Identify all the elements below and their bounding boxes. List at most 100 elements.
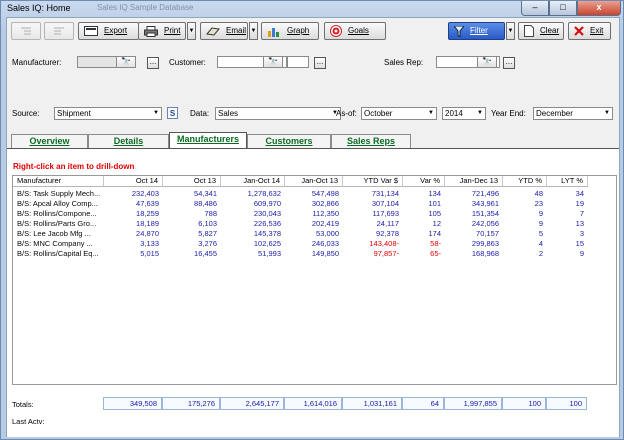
table-row[interactable]: B/S: Lee Jacob Mfg ... 24,870 5,827 145,378… [13,229,616,239]
customer-lookup-button[interactable]: 🔭 [263,56,283,68]
list-indent-icon [21,27,31,35]
table-cell: 232,403 [131,189,159,198]
table-row[interactable]: B/S: Rollins/Parts Gro... 18,189 6,103 226,… [13,219,616,229]
toolbar: Export Print ▼ Email ▼ Graph Goals Filte… [7,18,619,46]
filter-button[interactable]: Filter [448,22,505,40]
asof-year-value: 2014 [445,109,463,118]
exit-label: Exit [590,26,604,35]
app-window: Sales IQ: Home Sales IQ Sample Database … [0,0,624,440]
table-cell: 24,117 [376,219,399,228]
column-header-oct-13[interactable]: Oct 13 [163,176,221,187]
tab-sales-reps[interactable]: Sales Reps [331,134,411,148]
source-select[interactable]: Shipment ▼ [54,107,162,120]
table-cell: B/S: Rollins/Capital Eq... [17,249,99,258]
table-cell: 609,970 [253,199,281,208]
source-label: Source: [12,109,40,118]
email-dropdown-arrow[interactable]: ▼ [249,22,258,40]
table-cell: 7 [579,209,584,218]
red-x-icon [574,26,584,36]
table-cell: 302,866 [311,199,339,208]
column-header-lyt-pct[interactable]: LYT % [547,176,588,187]
total-value: 175,276 [162,397,220,410]
table-cell: 547,498 [311,189,339,198]
print-label: Print [164,26,181,35]
asof-label: As-of: [336,109,357,118]
print-dropdown-arrow[interactable]: ▼ [187,22,196,40]
manufacturer-browse-button[interactable]: ... [147,57,159,69]
column-header-jan-oct-14[interactable]: Jan-Oct 14 [221,176,285,187]
total-value: 349,508 [103,397,162,410]
chevron-down-icon: ▼ [477,110,483,116]
filter-dropdown-arrow[interactable]: ▼ [506,22,515,40]
export-button[interactable]: Export [78,22,139,40]
binoculars-icon: 🔭 [482,57,492,66]
email-label: Email [226,26,247,35]
asof-month-select[interactable]: October ▼ [361,107,437,120]
table-cell: 246,033 [311,239,339,248]
close-window-button[interactable]: x [577,1,621,16]
table-cell: 3 [579,229,584,238]
data-label: Data: [190,109,210,118]
table-cell: 143,408- [369,239,399,248]
asof-year-select[interactable]: 2014 ▼ [442,107,486,120]
table-cell: 13 [575,219,584,228]
table-cell: 307,104 [371,199,399,208]
collapse-button[interactable] [44,22,74,40]
salesrep-label: Sales Rep: [384,58,424,67]
salesrep-lookup-button[interactable]: 🔭 [477,56,497,68]
restore-button[interactable]: □ [549,1,577,16]
manufacturer-lookup-button[interactable]: 🔭 [116,56,136,68]
tab-details[interactable]: Details [88,134,169,148]
salesrep-browse-button[interactable]: ... [503,57,515,69]
table-cell: 242,056 [471,219,499,228]
clear-button[interactable]: Clear [518,22,564,40]
table-row[interactable]: B/S: Task Supply Mech... 232,403 54,341 1,2… [13,189,616,199]
table-cell: 105 [428,209,441,218]
column-header-ytd-var[interactable]: YTD Var $ [343,176,403,187]
table-row[interactable]: B/S: Apcal Alloy Comp... 47,639 88,486 609,… [13,199,616,209]
table-cell: 168,968 [471,249,499,258]
minimize-button[interactable]: – [521,1,549,16]
expand-button[interactable] [11,22,41,40]
goals-button[interactable]: Goals [324,22,386,40]
source-s-button[interactable]: S [167,107,178,119]
customer-browse-button[interactable]: ... [314,57,326,69]
table-cell: B/S: MNC Company ... [17,239,93,248]
window-subtitle: Sales IQ Sample Database [97,3,194,12]
data-select[interactable]: Sales ▼ [215,107,341,120]
graph-button[interactable]: Graph [261,22,319,40]
table-cell: 721,496 [471,189,499,198]
total-value: 100 [502,397,546,410]
table-cell: 3,133 [140,239,159,248]
column-header-ytd-pct[interactable]: YTD % [503,176,547,187]
filter-label: Filter [470,26,488,35]
exit-button[interactable]: Exit [568,22,611,40]
table-cell: 70,157 [476,229,499,238]
column-header-oct-14[interactable]: Oct 14 [104,176,163,187]
table-cell: 9 [579,249,584,258]
table-row[interactable]: B/S: Rollins/Capital Eq... 5,015 16,455 51,… [13,249,616,259]
tab-manufacturers[interactable]: Manufacturers [169,132,247,148]
tab-overview[interactable]: Overview [11,134,88,148]
clear-label: Clear [540,26,560,35]
manufacturer-grid[interactable]: Manufacturer Oct 14 Oct 13 Jan-Oct 14 Ja… [12,175,617,385]
customer-suffix-input[interactable] [287,56,309,68]
column-header-manufacturer[interactable]: Manufacturer [13,176,104,187]
client-area: Export Print ▼ Email ▼ Graph Goals Filte… [6,17,620,437]
table-cell: 88,486 [194,199,217,208]
column-header-jan-oct-13[interactable]: Jan-Oct 13 [285,176,343,187]
tab-customers[interactable]: Customers [247,134,331,148]
print-button[interactable]: Print [138,22,186,40]
table-cell: B/S: Rollins/Parts Gro... [17,219,97,228]
table-cell: 788 [204,209,217,218]
table-cell: 47,639 [136,199,159,208]
table-row[interactable]: B/S: Rollins/Compone... 18,259 788 230,043 1… [13,209,616,219]
yearend-select[interactable]: December ▼ [533,107,613,120]
column-header-var-pct[interactable]: Var % [403,176,445,187]
table-cell: 226,536 [253,219,281,228]
column-header-jan-dec-13[interactable]: Jan-Dec 13 [445,176,503,187]
email-button[interactable]: Email [200,22,248,40]
total-value: 100 [546,397,587,410]
table-row[interactable]: B/S: MNC Company ... 3,133 3,276 102,625 246… [13,239,616,249]
table-cell: 731,134 [371,189,399,198]
